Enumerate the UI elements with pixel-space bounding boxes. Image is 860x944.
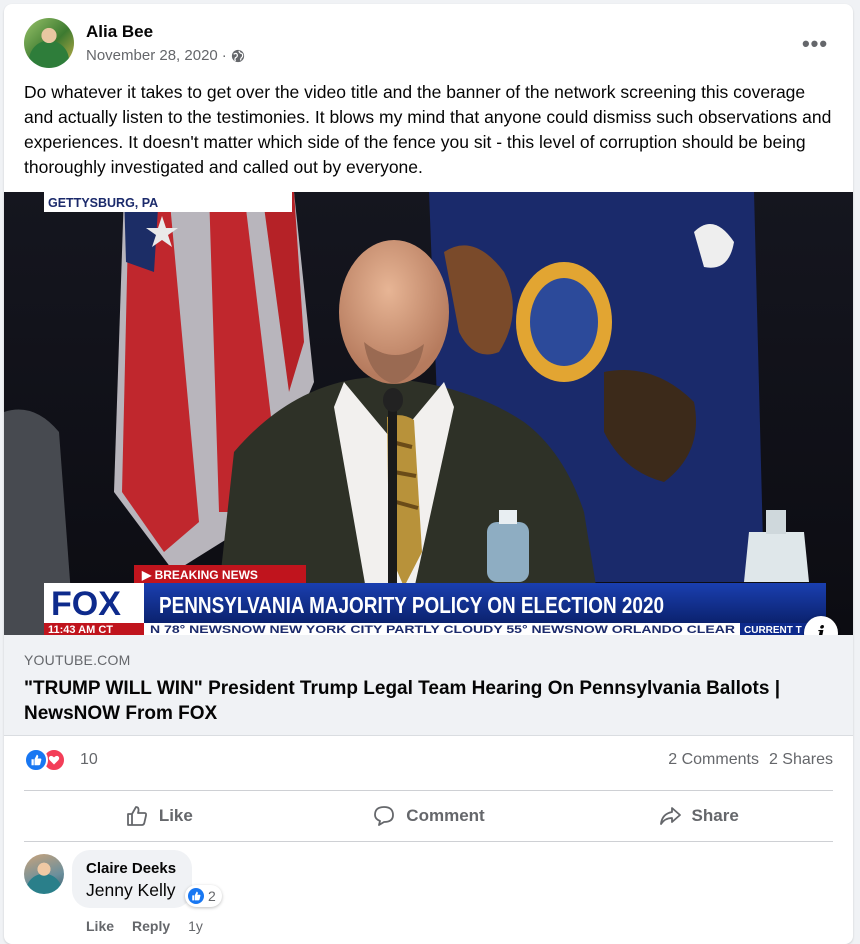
commenter-avatar[interactable]: [24, 854, 64, 894]
reaction-count[interactable]: 10: [80, 751, 98, 769]
broadcast-time: 11:43 AM CT: [48, 624, 113, 635]
author-avatar[interactable]: [24, 18, 74, 68]
like-reaction-icon: [24, 748, 48, 772]
reaction-icons[interactable]: [24, 748, 66, 772]
ticker-tag: CURRENT T: [744, 625, 802, 635]
author-name[interactable]: Alia Bee: [86, 22, 153, 42]
link-domain: YOUTUBE.COM: [24, 652, 131, 668]
post-header: Alia Bee November 28, 2020 · •••: [24, 18, 833, 72]
comment-reaction-count: 2: [208, 888, 216, 904]
link-title[interactable]: "TRUMP WILL WIN" President Trump Legal T…: [24, 676, 824, 726]
like-reaction-icon: [188, 888, 204, 904]
comment-bubble: Claire Deeks Jenny Kelly: [72, 850, 193, 908]
comment-reply-button[interactable]: Reply: [132, 918, 170, 934]
more-options-button[interactable]: •••: [797, 26, 833, 62]
location-tag: GETTYSBURG, PA: [48, 196, 158, 210]
share-button[interactable]: Share: [563, 791, 833, 841]
share-label: Share: [691, 806, 739, 825]
comment-count[interactable]: 2 Comments: [668, 751, 759, 769]
link-preview[interactable]: YOUTUBE.COM "TRUMP WILL WIN" President T…: [4, 635, 853, 736]
comment-button[interactable]: Comment: [294, 791, 564, 841]
video-frame: GETTYSBURG, PA ▶ BREAKING NEWS FOX PENNS…: [4, 192, 853, 635]
news-ticker: N 78° NEWSNOW NEW YORK CITY PARTLY CLOUD…: [150, 624, 735, 635]
post-text: Do whatever it takes to get over the vid…: [24, 82, 832, 177]
video-thumbnail[interactable]: GETTYSBURG, PA ▶ BREAKING NEWS FOX PENNS…: [4, 192, 853, 635]
post-card: Alia Bee November 28, 2020 · ••• Do what…: [4, 4, 853, 944]
meta-separator: ·: [221, 47, 227, 64]
post-date[interactable]: November 28, 2020: [86, 47, 218, 64]
comment: Claire Deeks Jenny Kelly 2 Like Reply 1y: [24, 850, 833, 940]
like-label: Like: [158, 806, 193, 825]
comment-like-button[interactable]: Like: [86, 918, 114, 934]
comment-icon: [374, 806, 395, 826]
comment-timestamp[interactable]: 1y: [188, 918, 203, 934]
commenter-name[interactable]: Claire Deeks: [86, 860, 176, 877]
comment-reactions[interactable]: 2: [185, 885, 222, 907]
fox-logo: FOX: [51, 585, 121, 623]
comment-text[interactable]: Jenny Kelly: [86, 880, 176, 901]
post-stats: 10 2 Comments 2 Shares: [24, 748, 833, 772]
thumbs-up-icon: [126, 806, 147, 826]
post-meta: November 28, 2020 ·: [86, 47, 245, 64]
stats-right: 2 Comments 2 Shares: [668, 751, 833, 769]
comment-actions: Like Reply 1y: [86, 918, 203, 934]
breaking-news-label: ▶ BREAKING NEWS: [141, 568, 258, 582]
like-button[interactable]: Like: [24, 791, 294, 841]
share-icon: [659, 807, 681, 825]
comment-label: Comment: [406, 806, 485, 825]
headline: PENNSYLVANIA MAJORITY POLICY ON ELECTION…: [159, 592, 664, 618]
globe-icon: [231, 49, 244, 62]
share-count[interactable]: 2 Shares: [769, 751, 833, 769]
action-bar: Like Comment Share: [24, 790, 833, 842]
